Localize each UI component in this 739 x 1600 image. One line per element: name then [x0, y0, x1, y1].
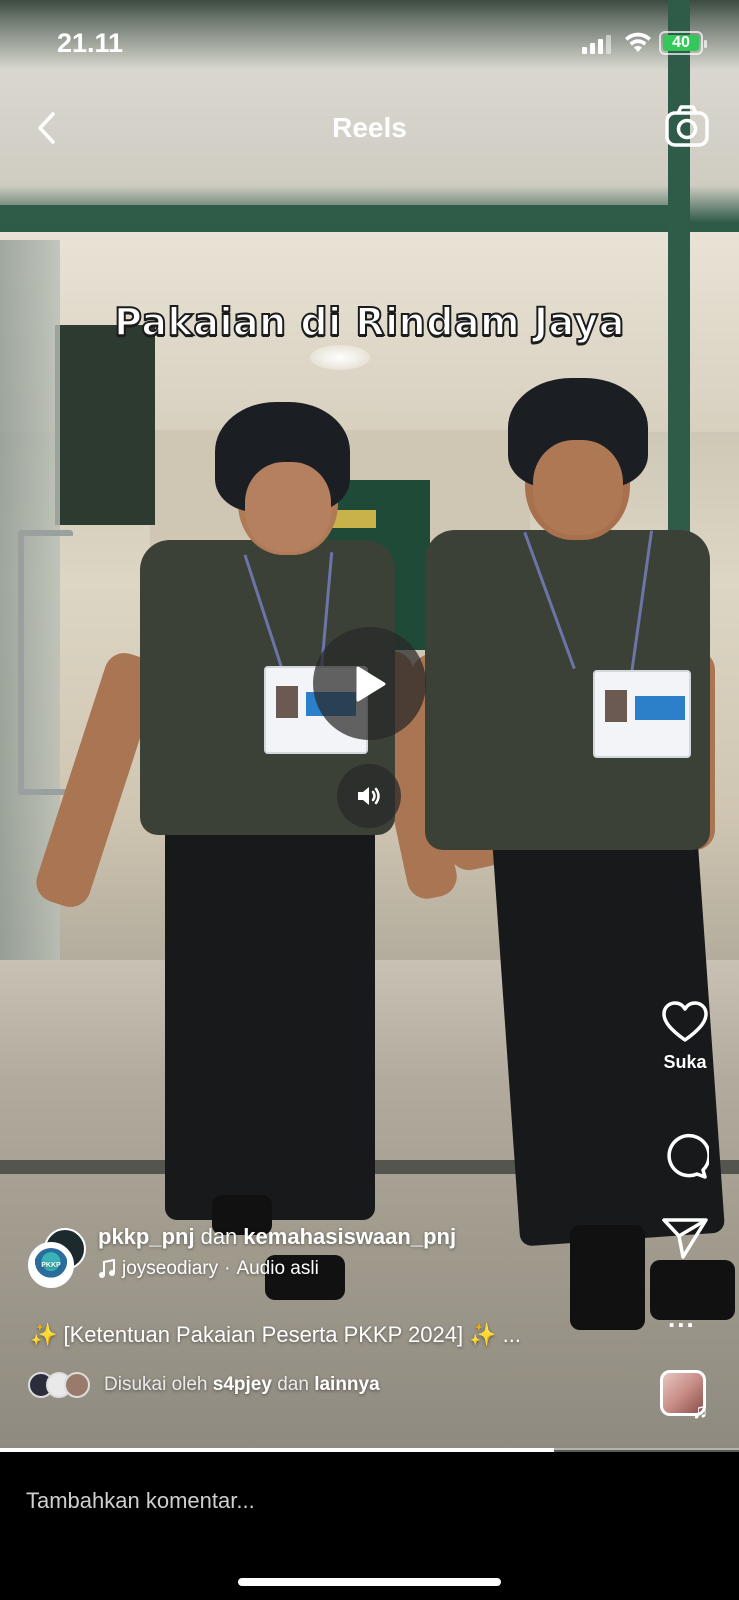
person-right-id-badge — [593, 670, 691, 758]
ceiling-light — [310, 345, 370, 370]
comment-icon — [667, 1133, 709, 1179]
person-right-face-front — [533, 440, 623, 535]
liked-others-link[interactable]: lainnya — [314, 1374, 379, 1395]
authors-conjunction: dan — [200, 1224, 238, 1249]
door-handle — [18, 530, 73, 795]
heart-icon — [662, 1001, 708, 1042]
speaker-icon — [358, 787, 380, 805]
pkkp-logo: PKKP — [34, 1248, 68, 1282]
play-icon — [356, 666, 385, 701]
status-bar: 21.11 40 — [0, 0, 739, 90]
author-1-link[interactable]: pkkp_pnj — [98, 1224, 195, 1249]
page-title: Reels — [332, 112, 407, 143]
comment-button[interactable] — [650, 1132, 720, 1180]
home-indicator[interactable] — [238, 1578, 501, 1586]
music-note-icon: ♫ — [692, 1398, 709, 1423]
post-caption[interactable]: ✨ [Ketentuan Pakaian Peserta PKKP 2024] … — [30, 1322, 521, 1348]
liked-text: Disukai oleh s4pjey dan lainnya — [104, 1374, 380, 1396]
camera-icon[interactable] — [664, 104, 710, 148]
like-button[interactable]: Suka — [650, 1000, 720, 1073]
left-cabinet — [55, 325, 155, 525]
liked-avatar-3 — [64, 1372, 90, 1398]
avatar-primary: PKKP — [28, 1242, 74, 1288]
cellular-signal-icon — [582, 34, 611, 54]
audio-separator: · — [224, 1258, 231, 1279]
liked-user-link[interactable]: s4pjey — [213, 1374, 272, 1395]
status-time: 21.11 — [57, 28, 124, 58]
authors-line: pkkp_pnj dan kemahasiswaan_pnj — [98, 1224, 456, 1250]
author-2-link[interactable]: kemahasiswaan_pnj — [243, 1224, 456, 1249]
liked-by[interactable]: Disukai oleh s4pjey dan lainnya — [28, 1372, 380, 1398]
battery-level: 40 — [663, 34, 699, 51]
author-avatars[interactable]: PKKP — [28, 1228, 88, 1288]
play-button[interactable] — [313, 627, 426, 740]
liked-avatars — [28, 1372, 100, 1398]
top-nav: Reels — [0, 100, 739, 156]
music-icon — [99, 1259, 115, 1278]
more-options-button[interactable]: ... — [668, 1303, 696, 1334]
liked-prefix: Disukai oleh — [104, 1374, 208, 1395]
video-overlay-text: Pakaian di Rindam Jaya — [113, 299, 625, 345]
wifi-icon — [625, 32, 651, 52]
share-button[interactable] — [650, 1216, 720, 1260]
audio-name: Audio asli — [236, 1258, 319, 1279]
battery-icon: 40 — [659, 31, 707, 55]
audio-line[interactable]: joyseodiary · Audio asli — [98, 1258, 319, 1280]
person-right-shoe — [570, 1225, 645, 1330]
sound-button[interactable] — [337, 764, 401, 828]
person-left-face-front — [245, 462, 331, 552]
comment-input[interactable]: Tambahkan komentar... — [26, 1488, 255, 1514]
door-frame-bar — [0, 205, 690, 225]
like-label: Suka — [663, 1052, 707, 1072]
person-left-pants — [165, 790, 375, 1220]
liked-conjunction: dan — [277, 1374, 309, 1395]
audio-user: joyseodiary — [122, 1258, 219, 1279]
send-icon — [662, 1218, 708, 1259]
